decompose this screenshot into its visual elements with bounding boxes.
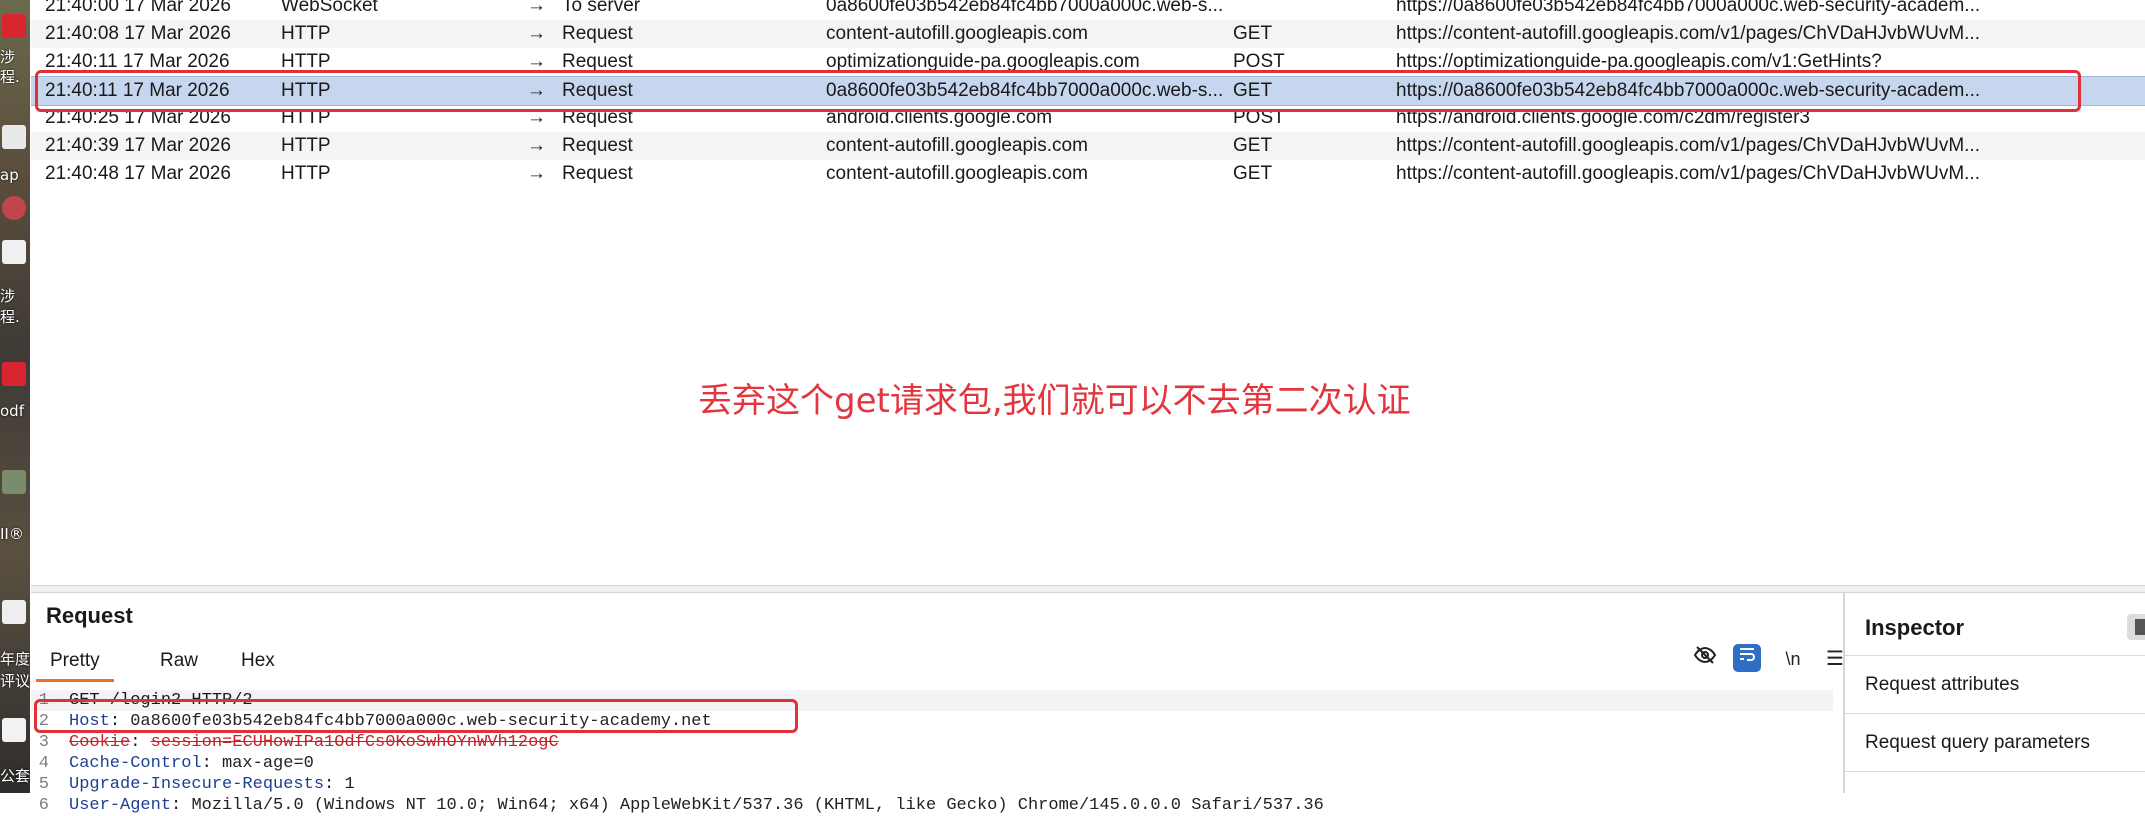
header-name: Cookie bbox=[69, 733, 131, 752]
selected-row-highlight bbox=[35, 70, 2081, 112]
header-value: max-age=0 bbox=[222, 754, 314, 773]
desktop-file-icon[interactable] bbox=[2, 718, 26, 742]
desktop-label: 评议 bbox=[0, 672, 30, 690]
header-separator: : bbox=[201, 754, 223, 773]
desktop-file-icon[interactable] bbox=[2, 125, 26, 149]
layout-toggle[interactable] bbox=[2127, 614, 2145, 640]
row-tool: HTTP bbox=[281, 23, 331, 44]
row-tool: WebSocket bbox=[281, 0, 378, 16]
row-type: Request bbox=[562, 163, 633, 184]
header-value: session=ECUHowIPa1OdfCs0KoSwhOYnWVh12ogC bbox=[150, 733, 559, 752]
history-row[interactable]: 21:40:00 17 Mar 2026 WebSocket → To server 0… bbox=[31, 0, 2145, 20]
desktop-label: 涉 bbox=[0, 48, 16, 66]
desktop-label: odf bbox=[0, 402, 24, 420]
desktop-app-icon[interactable] bbox=[2, 196, 26, 220]
row-type: Request bbox=[562, 23, 633, 44]
line-number: 4 bbox=[38, 754, 49, 773]
desktop-pdf-icon[interactable] bbox=[2, 362, 26, 386]
header-separator: : bbox=[130, 733, 151, 752]
row-host: content-autofill.googleapis.com bbox=[826, 23, 1088, 44]
row-host: content-autofill.googleapis.com bbox=[826, 163, 1088, 184]
row-time: 21:40:39 17 Mar 2026 bbox=[45, 135, 231, 156]
direction-arrow-icon: → bbox=[527, 0, 546, 16]
row-url: https://0a8600fe03b542eb84fc4bb7000a000c… bbox=[1396, 0, 1981, 16]
tab-pretty[interactable]: Pretty bbox=[36, 643, 114, 682]
request-panel: Request Pretty Raw Hex \n ☰ 1 GET /login2… bbox=[31, 593, 1845, 815]
header-name: User-Agent bbox=[69, 796, 172, 815]
header-line: Upgrade-Insecure-Requests: 1 bbox=[69, 774, 355, 795]
header-line: Cookie: session=ECUHowIPa1OdfCs0KoSwhOYn… bbox=[69, 732, 559, 753]
desktop-app-icon[interactable] bbox=[2, 470, 26, 494]
header-value: Mozilla/5.0 (Windows NT 10.0; Win64; x64… bbox=[191, 796, 1324, 815]
row-tool: HTTP bbox=[281, 163, 331, 184]
header-value: 1 bbox=[344, 775, 355, 794]
desktop-label: 年度i bbox=[0, 650, 30, 668]
tab-raw[interactable]: Raw bbox=[146, 643, 212, 679]
row-time: 21:40:08 17 Mar 2026 bbox=[45, 23, 231, 44]
newline-icon[interactable]: \n bbox=[1777, 643, 1809, 675]
row-time: 21:40:48 17 Mar 2026 bbox=[45, 163, 231, 184]
row-time: 21:40:00 17 Mar 2026 bbox=[45, 0, 231, 16]
line-number: 6 bbox=[38, 796, 49, 815]
inspector-title: Inspector bbox=[1865, 615, 1965, 640]
desktop-label: 公套 bbox=[0, 767, 30, 785]
annotation-text: 丢弃这个get请求包,我们就可以不去第二次认证 bbox=[698, 381, 1411, 421]
wrap-icon[interactable] bbox=[1733, 644, 1761, 672]
row-tool: HTTP bbox=[281, 135, 331, 156]
desktop-file-icon[interactable] bbox=[2, 600, 26, 624]
row-type: Request bbox=[562, 135, 633, 156]
desktop-label: 程. bbox=[0, 68, 20, 86]
row-url: https://content-autofill.googleapis.com/… bbox=[1396, 163, 1980, 184]
history-row[interactable]: 21:40:39 17 Mar 2026 HTTP → Request content-… bbox=[31, 132, 2145, 160]
panel-layout-icon bbox=[2135, 619, 2145, 635]
line-number: 5 bbox=[38, 775, 49, 794]
header-line: Cache-Control: max-age=0 bbox=[69, 753, 314, 774]
desktop-label: II® bbox=[0, 525, 24, 543]
desktop-label: 涉 bbox=[0, 287, 16, 305]
line-number: 3 bbox=[38, 733, 49, 752]
desktop-app-icon[interactable] bbox=[2, 14, 26, 38]
host-highlight bbox=[34, 699, 798, 733]
desktop-label: 程. bbox=[0, 308, 20, 326]
row-method: GET bbox=[1233, 23, 1273, 44]
direction-arrow-icon: → bbox=[527, 23, 546, 44]
row-url: https://content-autofill.googleapis.com/… bbox=[1396, 135, 1980, 156]
desktop-file-icon[interactable] bbox=[2, 240, 26, 264]
tab-hex[interactable]: Hex bbox=[227, 643, 289, 679]
desktop-strip: 涉 程. ap 涉 程. odf II® 年度i 评议 公套 bbox=[0, 0, 30, 793]
inspector-panel: Inspector Request attributes Request que… bbox=[1845, 593, 2145, 793]
header-name: Upgrade-Insecure-Requests bbox=[69, 775, 325, 794]
row-method: GET bbox=[1233, 135, 1273, 156]
direction-arrow-icon: → bbox=[527, 135, 546, 156]
row-type: To server bbox=[562, 0, 641, 16]
header-line: User-Agent: Mozilla/5.0 (Windows NT 10.0… bbox=[69, 795, 1324, 816]
header-separator: : bbox=[324, 775, 345, 794]
history-row[interactable]: 21:40:48 17 Mar 2026 HTTP → Request content-… bbox=[31, 160, 2145, 188]
header-name: Cache-Control bbox=[69, 754, 202, 773]
pane-divider[interactable] bbox=[31, 585, 2145, 593]
inspector-section-divider bbox=[1845, 771, 2145, 812]
row-host: 0a8600fe03b542eb84fc4bb7000a000c.web-s..… bbox=[826, 0, 1224, 16]
direction-arrow-icon: → bbox=[527, 163, 546, 184]
hide-eye-icon[interactable] bbox=[1689, 643, 1721, 675]
inspector-section-query-parameters[interactable]: Request query parameters bbox=[1845, 713, 2145, 772]
header-separator: : bbox=[171, 796, 192, 815]
request-title: Request bbox=[46, 603, 133, 628]
row-host: content-autofill.googleapis.com bbox=[826, 135, 1088, 156]
burp-window: 21:40:00 17 Mar 2026 WebSocket → To server 0… bbox=[31, 0, 2145, 815]
inspector-section-request-attributes[interactable]: Request attributes bbox=[1845, 655, 2145, 714]
history-row[interactable]: 21:40:08 17 Mar 2026 HTTP → Request content-… bbox=[31, 20, 2145, 48]
row-method: GET bbox=[1233, 163, 1273, 184]
row-url: https://content-autofill.googleapis.com/… bbox=[1396, 23, 1980, 44]
desktop-label: ap bbox=[0, 166, 19, 184]
